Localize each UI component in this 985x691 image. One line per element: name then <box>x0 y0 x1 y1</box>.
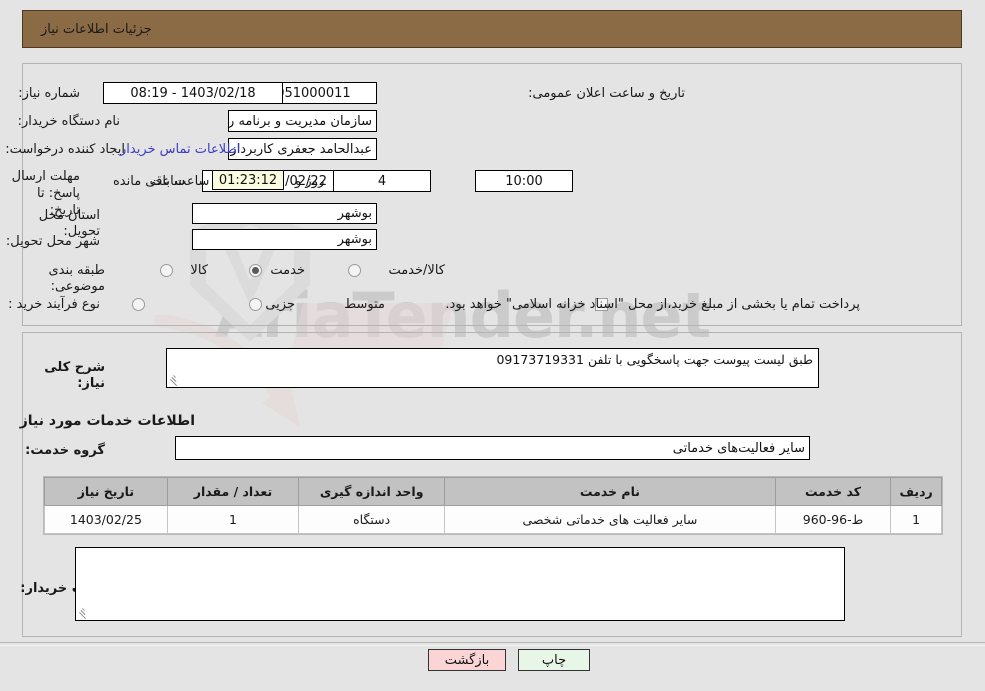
page-header: جزئیات اطلاعات نیاز <box>22 10 962 48</box>
page-title: جزئیات اطلاعات نیاز <box>41 21 152 37</box>
buyer-notes-textarea[interactable] <box>75 547 845 621</box>
cell-row-number: 1 <box>890 505 942 534</box>
category-label: طبقه بندی موضوعی: <box>48 263 106 294</box>
services-table: ردیف کد خدمت نام خدمت واحد اندازه گیری ت… <box>44 477 942 534</box>
th-quantity: تعداد / مقدار <box>166 477 300 506</box>
buyer-org-label: نام دستگاه خریدار: <box>17 114 120 129</box>
table-row[interactable]: 1 ط-96-960 سایر فعالیت های خدماتی شخصی د… <box>44 505 942 534</box>
need-description-textarea[interactable]: طبق لیست پیوست جهت پاسخگویی با تلفن 0917… <box>166 348 819 388</box>
th-need-date: تاریخ نیاز <box>44 477 168 506</box>
delivery-city-value: بوشهر <box>192 229 377 250</box>
creator-label: ایجاد کننده درخواست: <box>5 142 125 157</box>
announce-datetime-label: تاریخ و ساعت اعلان عمومی: <box>528 86 685 101</box>
need-number-label: شماره نیاز: <box>18 86 80 101</box>
service-group-label: گروه خدمت: <box>25 443 105 458</box>
need-description-label: شرح کلی نیاز: <box>44 360 105 391</box>
resize-grip-icon <box>169 374 181 387</box>
th-unit: واحد اندازه گیری <box>298 477 446 506</box>
delivery-city-label: شهر محل تحویل: <box>5 234 100 249</box>
th-service-code: کد خدمت <box>774 477 892 506</box>
days-and-label: روز و <box>295 174 325 189</box>
resize-grip-icon <box>78 607 90 620</box>
radio-category-khedmat[interactable] <box>249 264 262 277</box>
purchase-process-label: نوع فرآیند خرید : <box>8 297 100 312</box>
print-button[interactable]: چاپ <box>518 649 590 671</box>
th-row-number: ردیف <box>890 477 942 506</box>
th-service-name: نام خدمت <box>444 477 776 506</box>
days-remaining-value: 4 <box>333 170 431 192</box>
cell-service-code: ط-96-960 <box>774 505 892 534</box>
radio-category-kala-khedmat-label: کالا/خدمت <box>388 263 445 278</box>
hour-value: 10:00 <box>475 170 573 192</box>
creator-value: عبدالحامد جعفری کاربرداز سازمان مدیریت و… <box>228 138 377 160</box>
radio-category-kala-khedmat[interactable] <box>348 264 361 277</box>
delivery-province-value: بوشهر <box>192 203 377 224</box>
radio-category-kala-label: کالا <box>190 263 208 278</box>
remaining-hours-label: ساعت باقی مانده <box>113 174 210 189</box>
back-button[interactable]: بازگشت <box>428 649 506 671</box>
cell-quantity: 1 <box>166 505 300 534</box>
cell-unit: دستگاه <box>298 505 446 534</box>
radio-category-kala[interactable] <box>160 264 173 277</box>
services-section-heading: اطلاعات خدمات مورد نیاز <box>19 413 195 429</box>
cell-service-name: سایر فعالیت های خدماتی شخصی <box>444 505 776 534</box>
countdown-timer: 01:23:12 <box>212 170 284 190</box>
deadline-label-line1: مهلت ارسال پاسخ: تا <box>11 169 80 201</box>
buyer-org-value: سازمان مدیریت و برنامه ریزی استان بوشهر <box>228 110 377 132</box>
service-group-value: سایر فعالیت‌های خدماتی <box>175 436 810 460</box>
need-description-value: طبق لیست پیوست جهت پاسخگویی با تلفن 0917… <box>496 352 813 367</box>
announce-datetime-value: 1403/02/18 - 08:19 <box>103 82 283 104</box>
radio-category-khedmat-label: خدمت <box>270 263 305 278</box>
footer-divider <box>0 642 985 646</box>
table-header-row: ردیف کد خدمت نام خدمت واحد اندازه گیری ت… <box>44 477 942 506</box>
treasury-note-text: پرداخت تمام یا بخشی از مبلغ خرید،از محل … <box>445 297 860 312</box>
cell-need-date: 1403/02/25 <box>44 505 168 534</box>
buyer-contact-link[interactable]: اطلاعات تماس خریدار <box>120 142 240 157</box>
